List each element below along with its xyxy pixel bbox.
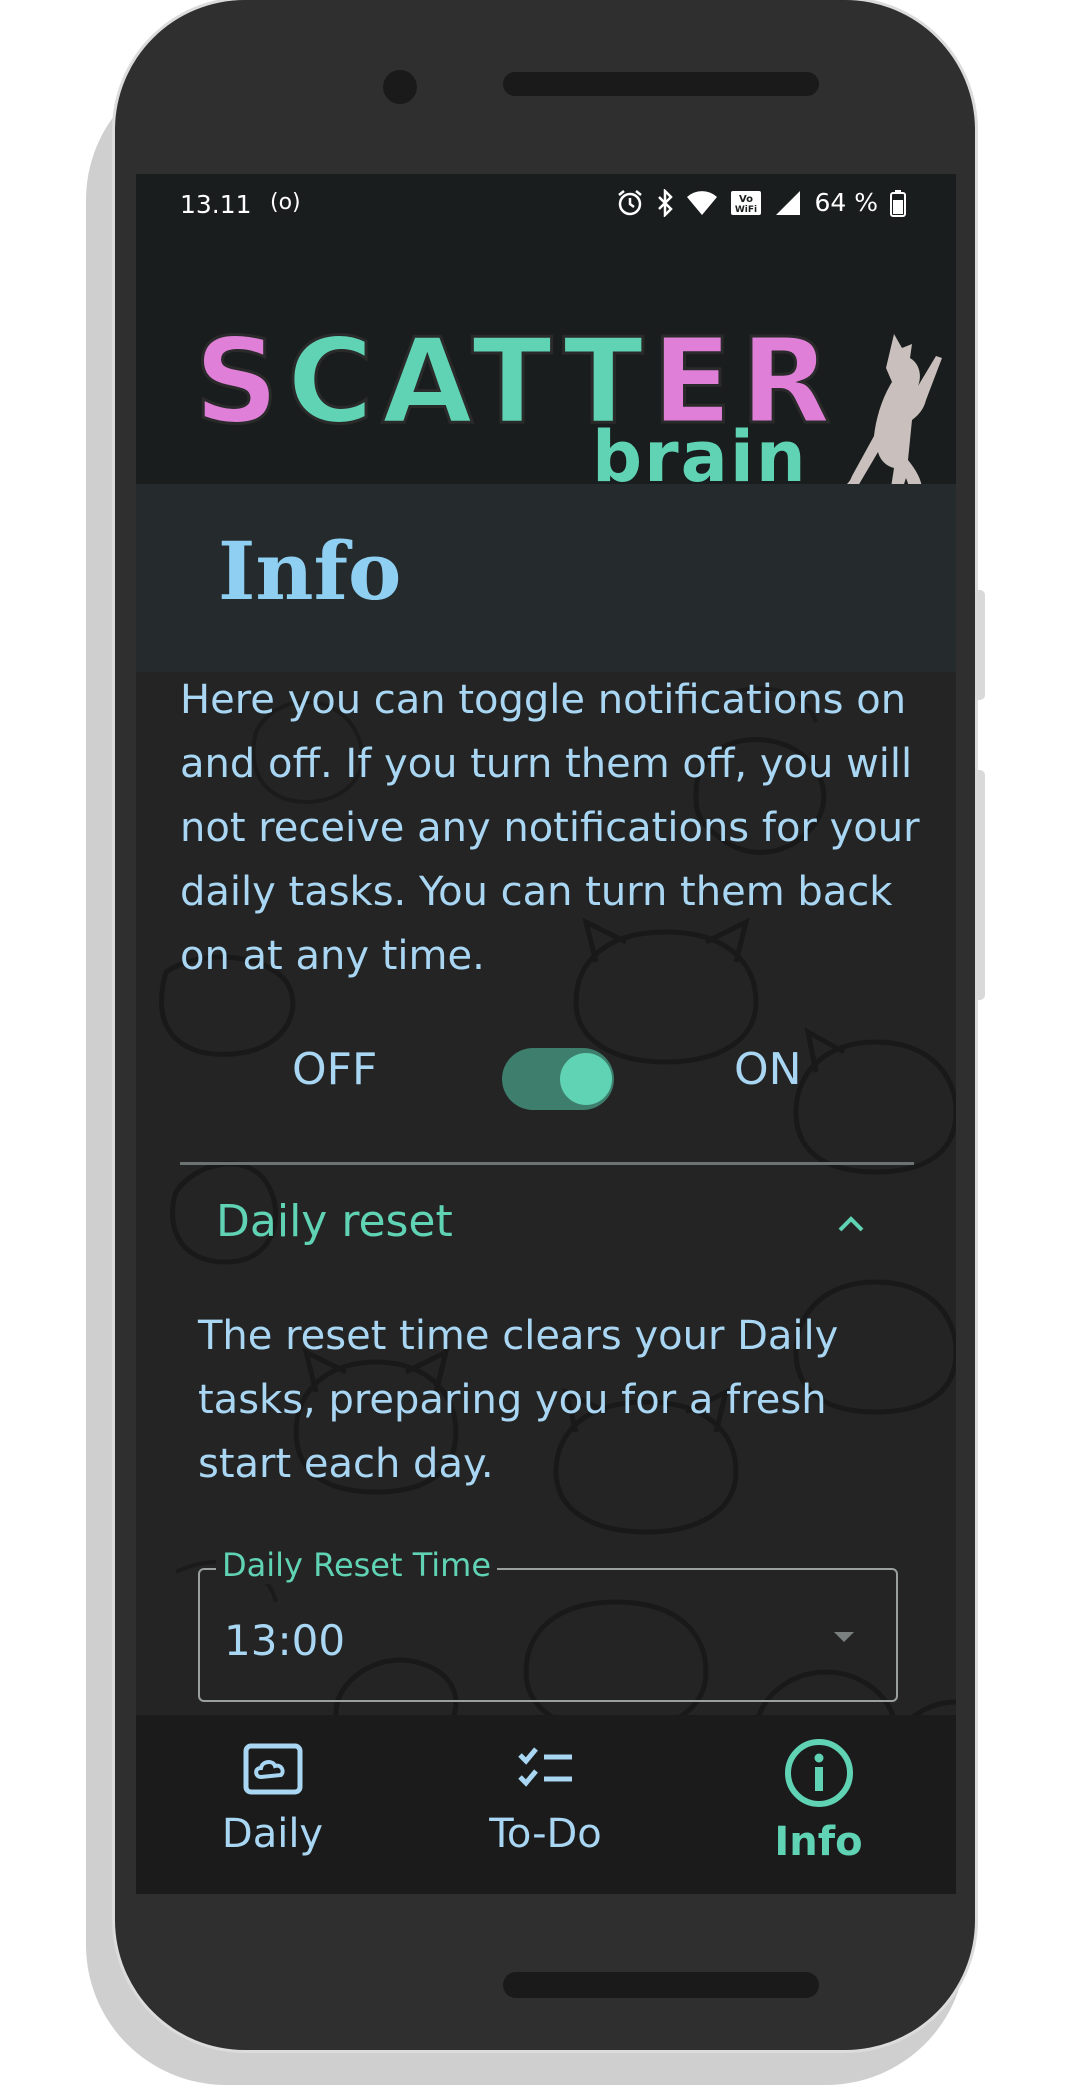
notifications-description: Here you can toggle notifications on and… bbox=[180, 677, 920, 979]
toggle-on-label: ON bbox=[734, 1044, 802, 1095]
checklist-icon bbox=[517, 1747, 572, 1787]
signal-icon bbox=[776, 190, 801, 215]
bluetooth-icon bbox=[658, 188, 674, 217]
nav-item-info[interactable]: Info bbox=[682, 1715, 955, 1894]
power-button bbox=[975, 590, 985, 700]
switch-knob bbox=[560, 1053, 612, 1105]
daily-reset-time-value: 13:00 bbox=[224, 1616, 346, 1665]
status-time: 13.11 bbox=[180, 190, 252, 219]
nav-label-todo: To-Do bbox=[489, 1811, 602, 1857]
svg-text:WiFi: WiFi bbox=[735, 205, 757, 215]
bottom-speaker bbox=[503, 1972, 819, 1998]
vowifi-icon: VoWiFi bbox=[731, 190, 762, 215]
daily-reset-accordion-header[interactable]: Daily reset bbox=[180, 1192, 914, 1272]
nav-icon-wrap bbox=[136, 1743, 409, 1795]
front-camera bbox=[383, 70, 417, 104]
info-content: Here you can toggle notifications on and… bbox=[136, 672, 956, 1894]
notifications-toggle-row: OFF ON bbox=[136, 1026, 956, 1116]
toggle-off-label: OFF bbox=[292, 1044, 378, 1095]
screen: 13.11 (o) Vo WiFi 64 % SCATTER brain Info bbox=[136, 174, 956, 1894]
status-bar: 13.11 (o) Vo WiFi 64 % bbox=[136, 174, 956, 236]
earpiece-speaker bbox=[503, 72, 819, 96]
battery-icon bbox=[890, 189, 906, 217]
cloud-frame-icon bbox=[243, 1743, 302, 1795]
battery-percent: 64 % bbox=[814, 188, 878, 217]
volume-button bbox=[975, 770, 985, 1000]
nav-icon-wrap bbox=[409, 1743, 682, 1795]
alarm-icon bbox=[618, 189, 643, 215]
app-header: SCATTER brain bbox=[136, 236, 956, 498]
logo-letter: A bbox=[380, 312, 472, 450]
dropdown-caret-icon bbox=[834, 1632, 854, 1642]
notifications-switch[interactable] bbox=[502, 1048, 614, 1110]
info-circle-icon bbox=[784, 1739, 853, 1807]
wifi-icon bbox=[687, 190, 718, 215]
divider bbox=[180, 1162, 914, 1165]
bottom-navigation: Daily To-Do Info bbox=[136, 1715, 956, 1894]
logo-letter: T bbox=[470, 312, 563, 450]
daily-reset-description: The reset time clears your Daily tasks, … bbox=[198, 1313, 839, 1487]
nav-item-todo[interactable]: To-Do bbox=[409, 1715, 682, 1894]
daily-reset-time-select[interactable]: Daily Reset Time 13:00 bbox=[198, 1546, 898, 1702]
nav-item-daily[interactable]: Daily bbox=[136, 1715, 409, 1894]
title-band: Info bbox=[136, 484, 956, 672]
nav-icon-wrap bbox=[682, 1737, 955, 1809]
status-icons: Vo WiFi 64 % bbox=[616, 188, 906, 217]
logo-letter: S bbox=[193, 312, 287, 450]
page-title: Info bbox=[218, 524, 402, 618]
radio-indicator: (o) bbox=[270, 190, 301, 215]
nav-label-daily: Daily bbox=[221, 1811, 324, 1857]
daily-reset-title: Daily reset bbox=[216, 1196, 453, 1247]
logo-letter: C bbox=[286, 312, 382, 450]
svg-text:Vo: Vo bbox=[739, 194, 753, 205]
daily-reset-time-label: Daily Reset Time bbox=[216, 1546, 498, 1584]
nav-label-info: Info bbox=[774, 1819, 863, 1865]
chevron-up-icon bbox=[838, 1216, 864, 1232]
